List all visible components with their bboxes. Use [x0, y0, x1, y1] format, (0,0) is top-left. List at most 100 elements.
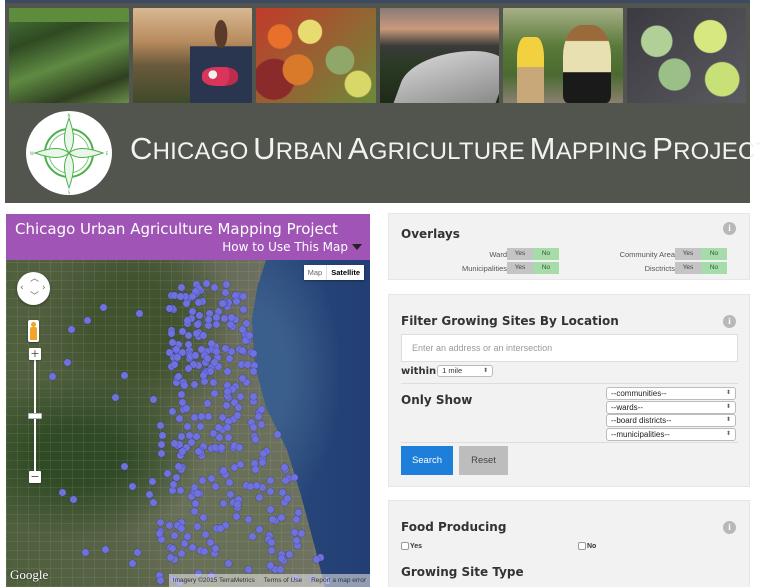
site-marker[interactable] [233, 500, 241, 508]
report-map-error-link[interactable]: Report a map error [311, 577, 366, 584]
overlay-districts-yes[interactable]: Yes [675, 262, 701, 274]
site-marker[interactable] [223, 367, 231, 375]
site-marker[interactable] [284, 494, 292, 502]
site-marker[interactable] [258, 406, 266, 414]
municipalities-select[interactable]: --municipalities-- ⬍ [606, 428, 736, 441]
site-marker[interactable] [100, 304, 108, 312]
site-marker[interactable] [225, 354, 233, 362]
site-marker[interactable] [178, 328, 186, 336]
site-marker[interactable] [194, 489, 202, 497]
site-marker[interactable] [273, 430, 281, 438]
site-marker[interactable] [291, 528, 299, 536]
site-marker[interactable] [210, 379, 218, 387]
site-marker[interactable] [267, 547, 275, 554]
site-marker[interactable] [224, 560, 232, 568]
site-marker[interactable] [244, 360, 252, 368]
site-marker[interactable] [258, 459, 266, 467]
map-type-map-button[interactable]: Map [303, 265, 328, 280]
zoom-out-button[interactable]: − [29, 471, 41, 483]
site-marker[interactable] [216, 525, 224, 533]
site-marker[interactable] [150, 499, 158, 507]
site-marker[interactable] [70, 496, 77, 504]
site-marker[interactable] [129, 482, 137, 490]
site-marker[interactable] [245, 566, 253, 574]
zoom-slider-handle[interactable] [28, 413, 42, 419]
site-marker[interactable] [277, 513, 285, 521]
site-marker[interactable] [121, 462, 129, 470]
map-canvas[interactable]: ︿ ﹀ ‹ › + − Map Satellite Google Imagery… [6, 260, 370, 587]
site-marker[interactable] [149, 477, 157, 485]
site-marker[interactable] [188, 307, 196, 315]
map-type-satellite-button[interactable]: Satellite [327, 265, 364, 280]
site-marker[interactable] [178, 432, 186, 440]
site-marker[interactable] [267, 538, 275, 546]
site-marker[interactable] [200, 514, 208, 522]
food-no-option[interactable]: No [578, 542, 596, 550]
site-marker[interactable] [182, 300, 190, 308]
site-marker[interactable] [224, 424, 232, 432]
site-marker[interactable] [177, 283, 185, 291]
site-marker[interactable] [256, 525, 264, 533]
site-marker[interactable] [245, 332, 253, 340]
site-marker[interactable] [237, 392, 245, 400]
site-marker[interactable] [81, 549, 89, 557]
site-marker[interactable] [250, 368, 258, 376]
site-marker[interactable] [157, 421, 165, 429]
site-marker[interactable] [222, 402, 230, 410]
site-marker[interactable] [193, 432, 201, 440]
site-marker[interactable] [212, 544, 220, 552]
site-marker[interactable] [191, 507, 199, 515]
site-marker[interactable] [252, 436, 260, 444]
site-marker[interactable] [213, 314, 221, 322]
site-marker[interactable] [170, 531, 178, 539]
site-marker[interactable] [163, 469, 171, 477]
site-marker[interactable] [172, 473, 180, 481]
search-button[interactable]: Search [401, 446, 453, 475]
site-marker[interactable] [210, 389, 218, 397]
site-marker[interactable] [184, 331, 192, 339]
radius-select[interactable]: 1 mile ⬍ [437, 365, 494, 377]
site-marker[interactable] [249, 424, 257, 432]
site-marker[interactable] [259, 450, 267, 458]
site-marker[interactable] [189, 544, 197, 552]
site-marker[interactable] [206, 368, 214, 376]
site-marker[interactable] [211, 284, 219, 292]
site-marker[interactable] [188, 293, 196, 301]
site-marker[interactable] [192, 499, 200, 507]
site-marker[interactable] [198, 477, 206, 485]
site-marker[interactable] [194, 321, 202, 329]
site-marker[interactable] [240, 293, 248, 301]
site-marker[interactable] [184, 365, 192, 373]
site-marker[interactable] [201, 531, 209, 539]
site-marker[interactable] [222, 344, 230, 352]
overlay-community-area-no[interactable]: No [701, 248, 727, 260]
site-marker[interactable] [133, 548, 141, 556]
site-marker[interactable] [157, 450, 165, 458]
site-marker[interactable] [312, 556, 320, 564]
site-marker[interactable] [168, 487, 176, 495]
site-marker[interactable] [128, 560, 136, 568]
site-marker[interactable] [200, 377, 208, 385]
site-marker[interactable] [267, 476, 275, 484]
site-marker[interactable] [221, 289, 229, 297]
site-marker[interactable] [233, 298, 241, 306]
site-marker[interactable] [219, 500, 227, 508]
site-marker[interactable] [292, 515, 300, 523]
site-marker[interactable] [197, 423, 205, 431]
site-marker[interactable] [281, 476, 289, 484]
site-marker[interactable] [266, 487, 274, 495]
site-marker[interactable] [135, 310, 143, 318]
site-marker[interactable] [156, 576, 164, 584]
site-marker[interactable] [227, 320, 235, 328]
terms-of-use-link[interactable]: Terms of Use [264, 577, 302, 584]
site-marker[interactable] [49, 373, 57, 381]
info-icon[interactable]: i [723, 222, 736, 235]
site-marker[interactable] [216, 434, 224, 442]
site-marker[interactable] [203, 400, 211, 408]
pan-right-icon[interactable]: › [42, 284, 46, 293]
site-marker[interactable] [170, 361, 178, 369]
site-marker[interactable] [178, 524, 186, 532]
site-marker[interactable] [239, 305, 247, 313]
site-marker[interactable] [158, 432, 166, 440]
site-marker[interactable] [276, 565, 284, 573]
